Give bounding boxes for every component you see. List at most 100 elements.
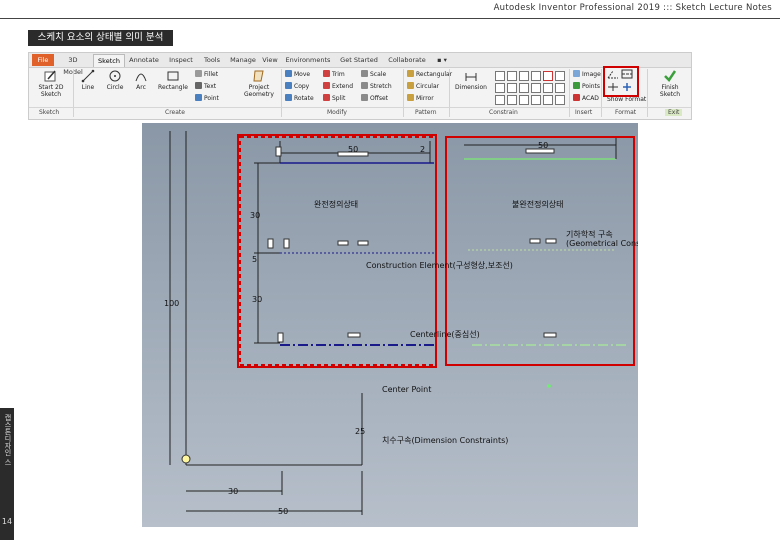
- rotate-icon: [285, 94, 292, 101]
- sketch-canvas[interactable]: 50 50 2 30 5 30 100 25 30 50 완전정의상태 불완전정…: [142, 123, 638, 527]
- stretch-label: Stretch: [370, 83, 392, 90]
- show-constraints-icon[interactable]: [495, 95, 505, 105]
- rectangle-button[interactable]: Rectangle: [155, 69, 191, 91]
- constraint-inference-icon[interactable]: [543, 95, 553, 105]
- show-format-button[interactable]: Show Format: [607, 96, 646, 104]
- copy-icon: [285, 82, 292, 89]
- ribbon-group-labels: Sketch Create Modify Pattern Constrain I…: [29, 107, 691, 119]
- extend-label: Extend: [332, 83, 353, 90]
- center-point-marker: [547, 384, 551, 388]
- relax-mode-icon[interactable]: [531, 95, 541, 105]
- circular-pattern-label: Circular: [416, 83, 440, 90]
- constraint-glyph: [267, 238, 274, 249]
- points-label: Points: [582, 83, 601, 90]
- point-button[interactable]: Point: [195, 94, 219, 103]
- group-label-constrain: Constrain: [489, 109, 518, 116]
- tab-environments[interactable]: Environments: [282, 54, 334, 66]
- arc-button[interactable]: Arc: [131, 69, 151, 91]
- text-button[interactable]: Text: [195, 82, 216, 91]
- arc-icon: [135, 73, 147, 82]
- full-defined-box: [237, 134, 437, 368]
- fillet-icon: [195, 70, 202, 77]
- line-button[interactable]: Line: [77, 69, 99, 91]
- image-button[interactable]: Image: [573, 70, 601, 79]
- group-label-format: Format: [615, 109, 637, 116]
- move-button[interactable]: Move: [285, 70, 310, 79]
- rectangular-pattern-button[interactable]: Rectangular: [407, 70, 452, 79]
- offset-label: Offset: [370, 95, 389, 102]
- start-sketch-label: Start 2D Sketch: [38, 84, 64, 98]
- tab-3d-model[interactable]: 3D Model: [55, 54, 91, 76]
- rotate-button[interactable]: Rotate: [285, 94, 314, 103]
- tab-annotate[interactable]: Annotate: [125, 54, 163, 66]
- horizontal-constraint-icon[interactable]: [495, 83, 505, 93]
- label-centerline: Centerline(중심선): [410, 330, 480, 339]
- circle-button[interactable]: Circle: [103, 69, 127, 91]
- dimension-button[interactable]: Dimension: [453, 69, 489, 91]
- label-under-defined: 불완전정의상태: [512, 200, 564, 209]
- stretch-button[interactable]: Stretch: [361, 82, 392, 91]
- tab-get-started[interactable]: Get Started: [335, 54, 383, 66]
- image-icon: [573, 70, 580, 77]
- page-number: 14: [1, 517, 13, 526]
- tab-inspect[interactable]: Inspect: [164, 54, 198, 66]
- checkmark-icon: [664, 70, 677, 82]
- coincident-constraint-icon[interactable]: [495, 71, 505, 81]
- fix-constraint-icon[interactable]: [531, 71, 541, 81]
- split-button[interactable]: Split: [323, 94, 345, 103]
- constraint-glyph: [337, 240, 349, 246]
- rectangle-label: Rectangle: [158, 84, 188, 91]
- constraint-glyph: [529, 238, 541, 244]
- extend-icon: [323, 82, 330, 89]
- header-bar: Autodesk Inventor Professional 2019 ::: …: [0, 0, 780, 19]
- side-strip: 캡스톤디자인 스 14: [0, 408, 14, 540]
- finish-sketch-label: Finish Sketch: [659, 84, 681, 98]
- rotate-label: Rotate: [294, 95, 314, 102]
- vertical-constraint-icon[interactable]: [507, 83, 517, 93]
- scale-icon: [361, 70, 368, 77]
- circular-pattern-button[interactable]: Circular: [407, 82, 439, 91]
- copy-button[interactable]: Copy: [285, 82, 309, 91]
- mirror-button[interactable]: Mirror: [407, 94, 434, 103]
- line-icon: [81, 69, 95, 83]
- start-sketch-icon: [44, 70, 56, 82]
- project-geometry-button[interactable]: Project Geometry: [241, 69, 277, 98]
- trim-button[interactable]: Trim: [323, 70, 345, 79]
- extend-button[interactable]: Extend: [323, 82, 353, 91]
- scale-button[interactable]: Scale: [361, 70, 386, 79]
- label-dimension-constraints: 치수구속(Dimension Constraints): [382, 436, 509, 445]
- tab-tools[interactable]: Tools: [199, 54, 225, 66]
- collinear-constraint-icon[interactable]: [507, 71, 517, 81]
- equal-constraint-icon[interactable]: [555, 83, 565, 93]
- points-button[interactable]: Points: [573, 82, 600, 91]
- show-format-label: Show Format: [607, 96, 647, 103]
- offset-icon: [361, 94, 368, 101]
- start-sketch-button[interactable]: Start 2D Sketch: [33, 69, 69, 98]
- tab-extra[interactable]: ▪ ▾: [429, 54, 455, 66]
- constraint-persistence-icon[interactable]: [555, 95, 565, 105]
- group-label-pattern: Pattern: [415, 109, 437, 116]
- group-label-sketch: Sketch: [39, 109, 60, 116]
- ribbon-tabs: File 3D Model Sketch Annotate Inspect To…: [29, 53, 691, 76]
- fillet-button[interactable]: Fillet: [195, 70, 218, 79]
- tab-file[interactable]: File: [32, 54, 54, 66]
- acad-button[interactable]: ACAD: [573, 94, 599, 103]
- offset-button[interactable]: Offset: [361, 94, 388, 103]
- symmetric-constraint-icon[interactable]: [543, 83, 553, 93]
- concentric-constraint-icon[interactable]: [519, 71, 529, 81]
- trim-label: Trim: [332, 71, 345, 78]
- tab-view[interactable]: View: [259, 54, 281, 66]
- move-label: Move: [294, 71, 311, 78]
- tangent-constraint-icon[interactable]: [519, 83, 529, 93]
- perpendicular-constraint-icon[interactable]: [555, 71, 565, 81]
- smooth-constraint-icon[interactable]: [531, 83, 541, 93]
- dim-value-30-lower: 30: [252, 295, 263, 304]
- constraint-settings-icon[interactable]: [519, 95, 529, 105]
- dimension-label: Dimension: [455, 84, 487, 91]
- finish-sketch-button[interactable]: Finish Sketch: [653, 69, 687, 98]
- tab-sketch[interactable]: Sketch: [93, 54, 125, 67]
- auto-dimension-icon[interactable]: [507, 95, 517, 105]
- parallel-constraint-icon[interactable]: [543, 71, 553, 81]
- tab-collaborate[interactable]: Collaborate: [384, 54, 430, 66]
- tab-manage[interactable]: Manage: [226, 54, 260, 66]
